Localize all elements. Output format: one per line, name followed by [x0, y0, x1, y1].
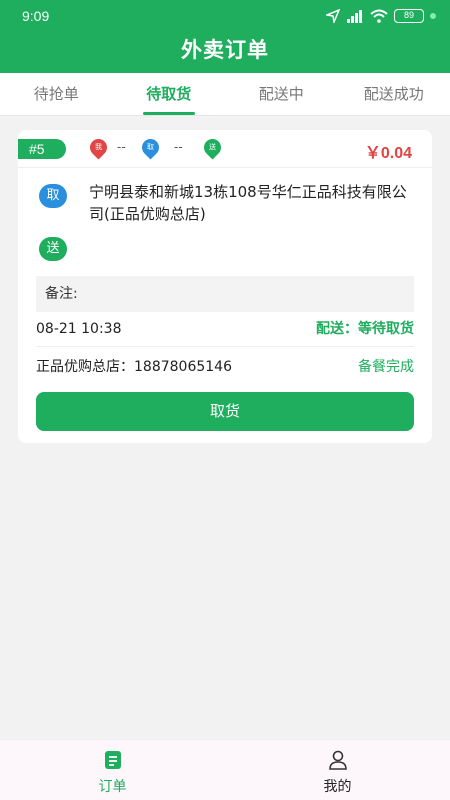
- tab-delivering[interactable]: 配送中: [225, 73, 338, 115]
- store-row: 正品优购总店：18878065146 备餐完成: [36, 357, 414, 377]
- pin-label: 送: [209, 143, 216, 151]
- status-bar: 9:09 89: [0, 0, 450, 30]
- order-tabs: 待抢单 待取货 配送中 配送成功: [0, 73, 450, 116]
- store-contact: 正品优购总店：18878065146: [36, 359, 232, 375]
- tab-label: 配送成功: [363, 85, 424, 103]
- page-title: 外卖订单: [181, 38, 269, 62]
- notification-dot: [430, 13, 436, 19]
- order-time: 08-21 10:38: [36, 321, 122, 337]
- my-location-pin-icon: 我: [86, 135, 111, 160]
- pickup-address: 宁明县泰和新城13栋108号华仁正品科技有限公司(正品优购总店): [89, 183, 407, 223]
- distance-to-delivery: --: [174, 139, 183, 154]
- pin-label: 取: [147, 143, 154, 151]
- wifi-icon: [370, 9, 388, 23]
- order-number: #5: [18, 139, 66, 159]
- delivery-status: 配送：等待取货: [316, 321, 414, 337]
- battery-icon: 89: [394, 9, 424, 23]
- distance-to-pickup: --: [117, 139, 126, 154]
- header: 9:09 89 外卖订单: [0, 0, 450, 73]
- divider: [36, 346, 414, 347]
- signal-icon: [347, 10, 362, 23]
- profile-icon: [328, 750, 347, 770]
- pickup-button[interactable]: 取货: [36, 392, 414, 431]
- tab-label: 待抢单: [33, 85, 79, 103]
- active-tab-indicator: [142, 112, 195, 115]
- pin-label: 我: [95, 143, 102, 151]
- delivery-badge: 送: [39, 237, 67, 261]
- meal-status: 备餐完成: [358, 359, 414, 375]
- nav-item-orders[interactable]: 订单: [0, 740, 225, 800]
- location-icon: [326, 9, 340, 23]
- nav-item-profile[interactable]: 我的: [225, 740, 450, 800]
- order-time-row: 08-21 10:38 配送：等待取货: [36, 319, 414, 339]
- pickup-location-pin-icon: 取: [138, 135, 163, 160]
- order-header: #5 我 -- 取 -- 送 ￥0.04: [18, 130, 432, 168]
- order-price: ￥0.04: [364, 145, 412, 162]
- tab-label: 配送中: [258, 85, 304, 103]
- status-time: 9:09: [22, 8, 50, 24]
- nav-label: 订单: [98, 779, 127, 795]
- tab-pending-grab[interactable]: 待抢单: [0, 73, 113, 115]
- tab-label: 待取货: [146, 85, 192, 103]
- tab-delivered[interactable]: 配送成功: [338, 73, 450, 115]
- bottom-nav: 订单 我的: [0, 739, 450, 800]
- nav-label: 我的: [323, 779, 352, 795]
- status-icons: 89: [326, 7, 436, 25]
- order-remark: 备注:: [36, 276, 414, 312]
- order-card[interactable]: #5 我 -- 取 -- 送 ￥0.04 取 宁明县泰和新城13栋108号华仁正…: [18, 130, 432, 443]
- pickup-badge: 取: [39, 184, 67, 208]
- delivery-location-pin-icon: 送: [200, 135, 225, 160]
- order-icon: [104, 751, 121, 769]
- tab-pending-pickup[interactable]: 待取货: [113, 73, 226, 115]
